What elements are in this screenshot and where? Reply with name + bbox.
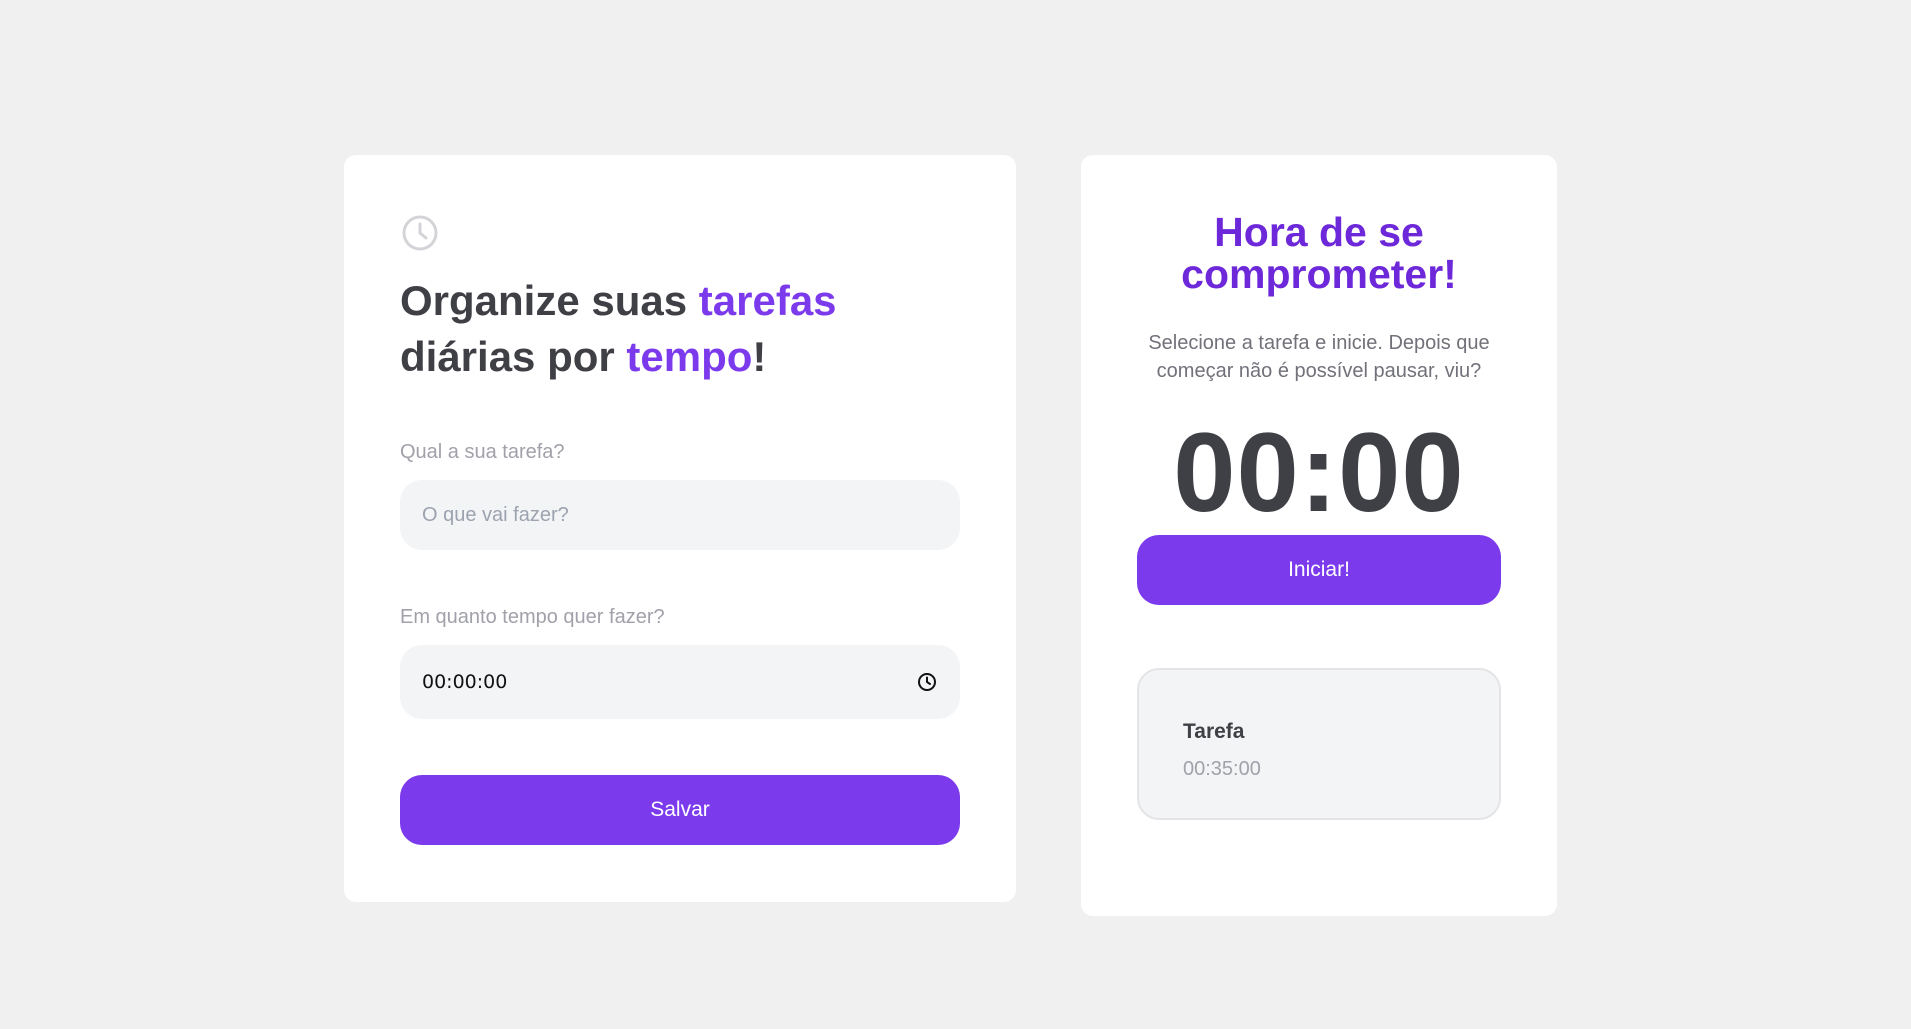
clock-icon [402,215,438,251]
title-accent-tempo: tempo [626,333,753,380]
task-label: Qual a sua tarefa? [400,441,565,463]
task-item-time: 00:35:00 [1183,758,1261,780]
timer-card: Hora de se comprometer! Selecione a tare… [1081,155,1557,916]
time-value: 00:00:00 [422,671,508,693]
time-input[interactable]: 00:00:00 [400,645,960,719]
timer-subtitle: Selecione a tarefa e inicie. Depois que … [1148,332,1490,382]
save-button[interactable]: Salvar [400,775,960,845]
title-exclamation: ! [752,333,767,380]
task-input[interactable] [400,480,960,550]
task-item[interactable]: Tarefa 00:35:00 [1137,668,1501,820]
timer-title: Hora de se comprometer! [1181,209,1457,297]
time-picker-icon[interactable] [916,671,938,693]
time-label: Em quanto tempo quer fazer? [400,606,665,628]
task-form-card: Organize suas tarefas diárias por tempo!… [344,155,1016,902]
timer-display: 00:00 [1173,410,1465,535]
title-accent-tarefas: tarefas [698,277,837,324]
title-text-1: Organize suas [400,277,699,324]
page-title: Organize suas tarefas diárias por tempo! [400,273,880,385]
title-text-2: diárias por [400,333,627,380]
task-item-name: Tarefa [1183,720,1245,743]
start-button[interactable]: Iniciar! [1137,535,1501,605]
